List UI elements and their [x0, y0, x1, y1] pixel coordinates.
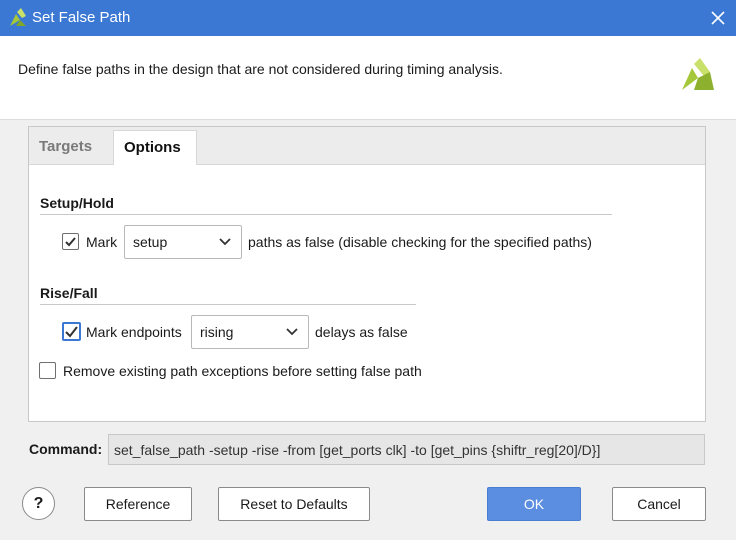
rise-fall-select-value: rising [200, 324, 234, 340]
setup-hold-section-title: Setup/Hold [40, 195, 114, 211]
options-panel: Targets Options Setup/Hold Mark setup pa… [28, 126, 706, 422]
reset-to-defaults-button[interactable]: Reset to Defaults [218, 487, 370, 521]
command-text: set_false_path -setup -rise -from [get_p… [114, 442, 601, 458]
close-icon [711, 11, 725, 25]
vivado-logo-icon [682, 58, 714, 90]
window-title: Set False Path [32, 9, 131, 26]
setup-hold-checkbox[interactable] [62, 233, 79, 250]
checkmark-icon [65, 326, 78, 338]
setup-hold-suffix: paths as false (disable checking for the… [248, 234, 592, 250]
checkmark-icon [65, 237, 76, 247]
title-bar: Set False Path [0, 0, 736, 36]
app-logo-icon [10, 8, 26, 26]
cancel-button[interactable]: Cancel [612, 487, 706, 521]
tab-content-options: Setup/Hold Mark setup paths as false (di… [29, 165, 705, 421]
dialog-description: Define false paths in the design that ar… [18, 61, 503, 77]
tab-options[interactable]: Options [113, 130, 197, 166]
setup-hold-mark-label: Mark [86, 234, 118, 250]
setup-hold-select-value: setup [133, 234, 168, 250]
tab-targets[interactable]: Targets [29, 130, 113, 166]
help-button[interactable]: ? [22, 487, 55, 520]
close-button[interactable] [700, 0, 736, 36]
setup-hold-select[interactable]: setup [124, 225, 242, 259]
rise-fall-mark-label: Mark endpoints [86, 324, 182, 340]
reference-button[interactable]: Reference [84, 487, 192, 521]
rise-fall-select[interactable]: rising [191, 315, 309, 349]
remove-existing-label: Remove existing path exceptions before s… [63, 363, 422, 379]
command-label: Command: [29, 441, 103, 457]
remove-existing-checkbox[interactable] [39, 362, 56, 379]
rise-fall-section-title: Rise/Fall [40, 285, 98, 301]
setup-hold-divider [40, 214, 612, 215]
ok-button[interactable]: OK [487, 487, 581, 521]
rise-fall-divider [40, 304, 416, 305]
rise-fall-suffix: delays as false [315, 324, 408, 340]
chevron-down-icon [219, 238, 231, 246]
command-field: set_false_path -setup -rise -from [get_p… [108, 434, 705, 465]
tab-strip: Targets Options [29, 127, 705, 166]
rise-fall-checkbox[interactable] [62, 322, 81, 341]
chevron-down-icon [286, 328, 298, 336]
description-area: Define false paths in the design that ar… [0, 36, 736, 120]
